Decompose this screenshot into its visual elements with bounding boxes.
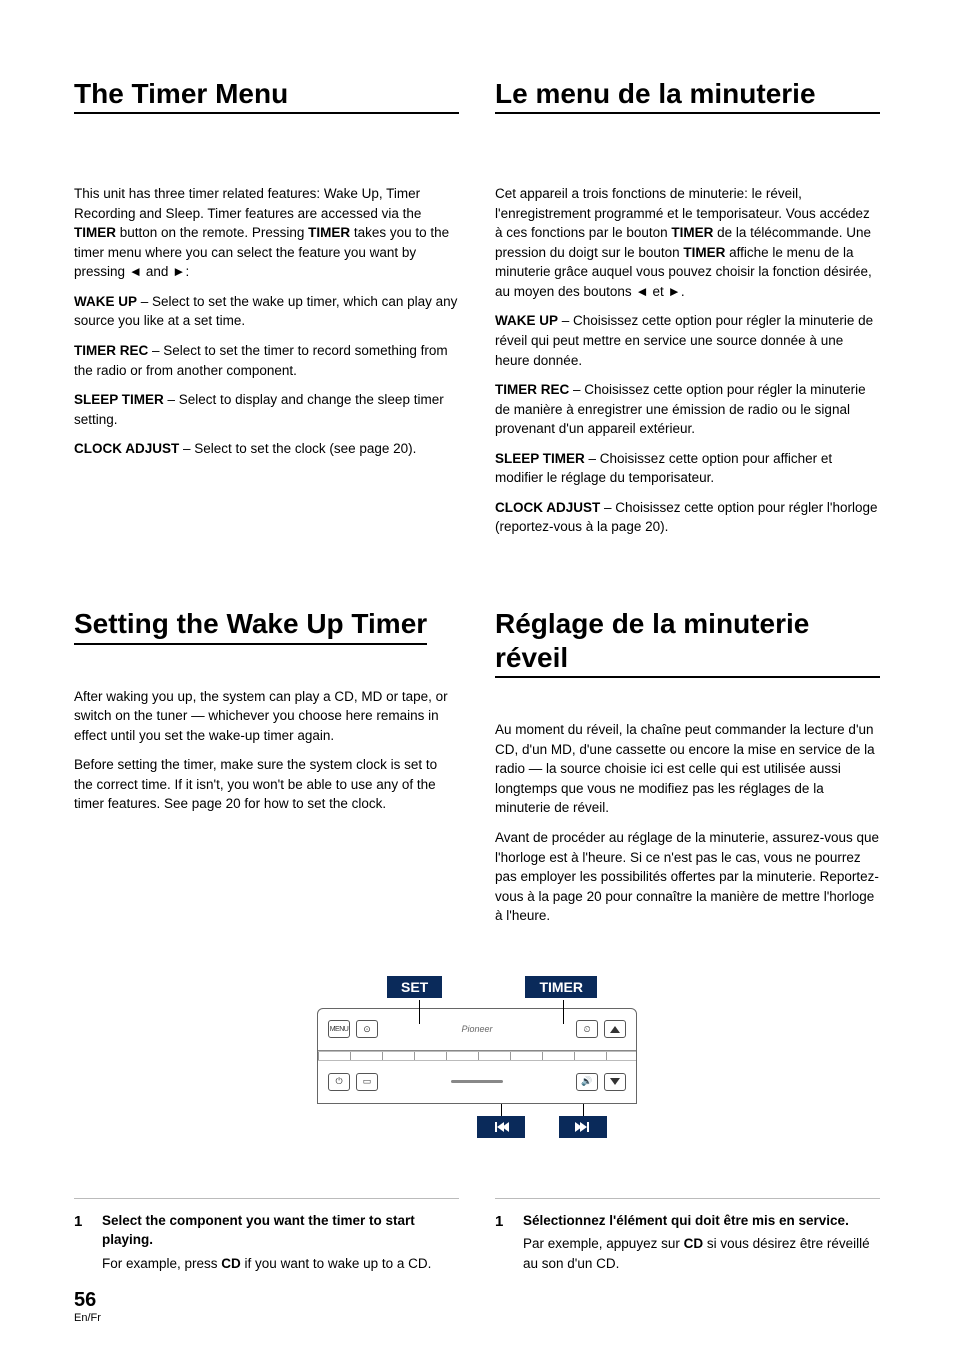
step-1-fr: 1 Sélectionnez l'élément qui doit être m… [495,1211,880,1274]
section-title-fr: Le menu de la minuterie [495,78,880,114]
def-list-fr: WAKE UP – Choisissez cette option pour r… [495,311,880,537]
term-wakeup-fr: WAKE UP [495,313,558,328]
step-number: 1 [495,1211,509,1274]
volume-icon: 🔊 [576,1073,598,1091]
setting-title-en: Setting the Wake Up Timer [74,607,427,645]
section-title-en: The Timer Menu [74,78,459,114]
setting-title-fr: Réglage de la minuterie réveil [495,607,880,678]
step-lead-en: Select the component you want the timer … [102,1211,459,1250]
disc-slot [451,1080,503,1083]
up-arrow-icon [604,1020,626,1038]
setting-para1-fr: Au moment du réveil, la chaîne peut comm… [495,720,880,818]
key-label-set: SET [387,976,442,998]
step-lead-fr: Sélectionnez l'élément qui doit être mis… [523,1211,880,1231]
display-button-icon: ▭ [356,1073,378,1091]
term-timerrec-fr: TIMER REC [495,382,569,397]
skip-back-button [477,1116,525,1138]
step-number: 1 [74,1211,88,1274]
set-button-icon: ⊙ [356,1020,378,1038]
page-lang: En/Fr [74,1312,101,1324]
step-sub-en: For example, press CD if you want to wak… [102,1254,459,1274]
step-1-en: 1 Select the component you want the time… [74,1211,459,1274]
setting-para2-en: Before setting the timer, make sure the … [74,755,459,814]
ruler-scale [318,1051,636,1061]
key-label-timer: TIMER [525,976,597,998]
intro-en: This unit has three timer related featur… [74,184,459,282]
term-timerrec-en: TIMER REC [74,343,148,358]
step-sub-fr: Par exemple, appuyez sur CD si vous dési… [523,1234,880,1273]
term-clock-fr: CLOCK ADJUST [495,500,600,515]
setting-para1-en: After waking you up, the system can play… [74,687,459,746]
intro-fr: Cet appareil a trois fonctions de minute… [495,184,880,301]
remote-device: MENU ⊙ Pioneer ⏲ ⏻ ▭ 🔊 [317,1008,637,1104]
page-number: 56 [74,1289,101,1312]
def-list-en: WAKE UP – Select to set the wake up time… [74,292,459,459]
page-footer: 56 En/Fr [74,1289,101,1324]
brand-logo: Pioneer [384,1024,570,1034]
term-sleep-fr: SLEEP TIMER [495,451,585,466]
term-wakeup-en: WAKE UP [74,294,137,309]
timer-button-icon: ⏲ [576,1020,598,1038]
power-standby-icon: ⏻ [328,1073,350,1091]
setting-para2-fr: Avant de procéder au réglage de la minut… [495,828,880,926]
remote-illustration: SET TIMER MENU ⊙ Pioneer ⏲ ⏻ ▭ [317,976,637,1138]
down-arrow-icon [604,1073,626,1091]
term-clock-en: CLOCK ADJUST [74,441,179,456]
term-sleep-en: SLEEP TIMER [74,392,164,407]
menu-button-icon: MENU [328,1020,350,1038]
skip-forward-button [559,1116,607,1138]
